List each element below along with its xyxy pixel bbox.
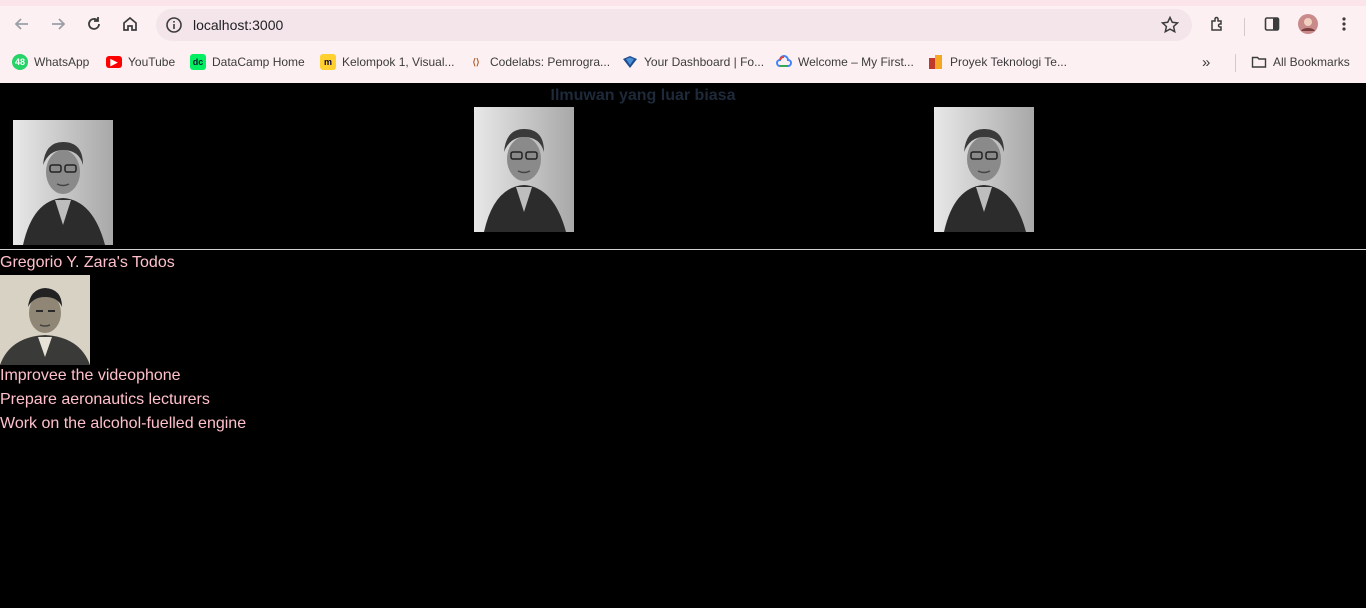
bookmark-youtube[interactable]: ▶ YouTube (106, 52, 175, 72)
scientist-photo (13, 120, 113, 245)
info-icon[interactable] (164, 15, 184, 35)
bookmark-label: All Bookmarks (1273, 55, 1350, 69)
menu-button[interactable] (1330, 10, 1358, 38)
side-panel-button[interactable] (1258, 10, 1286, 38)
bookmark-label: Codelabs: Pemrogra... (490, 55, 611, 69)
list-item: Improvee the videophone (0, 367, 181, 384)
bookmark-welcome[interactable]: Welcome – My First... (776, 52, 914, 72)
profile-button[interactable] (1294, 10, 1322, 38)
address-bar[interactable]: localhost:3000 (156, 9, 1192, 41)
side-panel-icon (1264, 17, 1280, 31)
toolbar-divider (1244, 18, 1245, 36)
url-text[interactable]: localhost:3000 (193, 17, 283, 33)
reload-icon (88, 17, 100, 30)
bookmark-label: DataCamp Home (212, 55, 305, 69)
more-vert-icon (1342, 17, 1346, 31)
more-bookmarks-button[interactable]: » (1202, 52, 1210, 72)
proyek-icon (928, 54, 944, 70)
bookmark-label: YouTube (128, 55, 176, 69)
bookmark-label: Your Dashboard | Fo... (644, 55, 765, 69)
bookmark-codelabs[interactable]: ⟨⟩ Codelabs: Pemrogra... (468, 52, 610, 72)
bookmark-label: Kelompok 1, Visual... (342, 55, 455, 69)
folder-icon (1251, 54, 1267, 70)
divider (0, 249, 1366, 250)
todo-title: Gregorio Y. Zara's Todos (0, 254, 175, 271)
home-icon (123, 16, 137, 31)
bookmark-proyek[interactable]: Proyek Teknologi Te... (928, 52, 1067, 72)
puzzle-icon (1211, 16, 1222, 31)
dashboard-icon (622, 54, 638, 70)
bookmarks-bar: 48 WhatsApp ▶ YouTube dc DataCamp Home m… (0, 48, 1366, 76)
browser-toolbar: localhost:3000 (0, 6, 1366, 44)
home-button[interactable] (116, 10, 144, 38)
chevron-double-right-icon: » (1202, 53, 1211, 71)
avatar (1298, 14, 1318, 34)
youtube-icon: ▶ (106, 56, 122, 68)
page-content: Ilmuwan yang luar biasa Gregorio Y. Zara… (0, 83, 1366, 608)
back-button[interactable] (8, 10, 36, 38)
google-cloud-icon (776, 54, 792, 70)
bookmark-kelompok[interactable]: m Kelompok 1, Visual... (320, 52, 455, 72)
miro-icon: m (320, 54, 336, 70)
bookmark-label: Proyek Teknologi Te... (950, 55, 1067, 69)
datacamp-icon: dc (190, 54, 206, 70)
page-title: Ilmuwan yang luar biasa (550, 87, 736, 104)
bookmark-label: WhatsApp (34, 55, 90, 69)
bookmark-dashboard[interactable]: Your Dashboard | Fo... (622, 52, 764, 72)
forward-button[interactable] (44, 10, 72, 38)
list-item: Prepare aeronautics lecturers (0, 391, 210, 408)
codelabs-icon: ⟨⟩ (472, 56, 480, 67)
scientist-photo (934, 107, 1034, 232)
todo-list: Improvee the videophone Prepare aeronaut… (0, 366, 246, 438)
browser-chrome: localhost:3000 48 WhatsApp ▶ YouTube dc … (0, 0, 1366, 83)
scientist-photo (474, 107, 574, 232)
star-icon[interactable] (1160, 15, 1180, 35)
list-item: Work on the alcohol-fuelled engine (0, 415, 247, 432)
whatsapp-icon: 48 (12, 54, 28, 70)
zara-portrait (0, 275, 90, 365)
bookmarks-divider (1235, 54, 1236, 72)
bookmark-whatsapp[interactable]: 48 WhatsApp (12, 52, 89, 72)
bookmark-label: Welcome – My First... (798, 55, 914, 69)
reload-button[interactable] (80, 10, 108, 38)
bookmark-datacamp[interactable]: dc DataCamp Home (190, 52, 305, 72)
extensions-button[interactable] (1204, 10, 1232, 38)
arrow-right-icon (52, 18, 66, 30)
arrow-left-icon (14, 18, 28, 30)
all-bookmarks-button[interactable]: All Bookmarks (1251, 52, 1350, 72)
